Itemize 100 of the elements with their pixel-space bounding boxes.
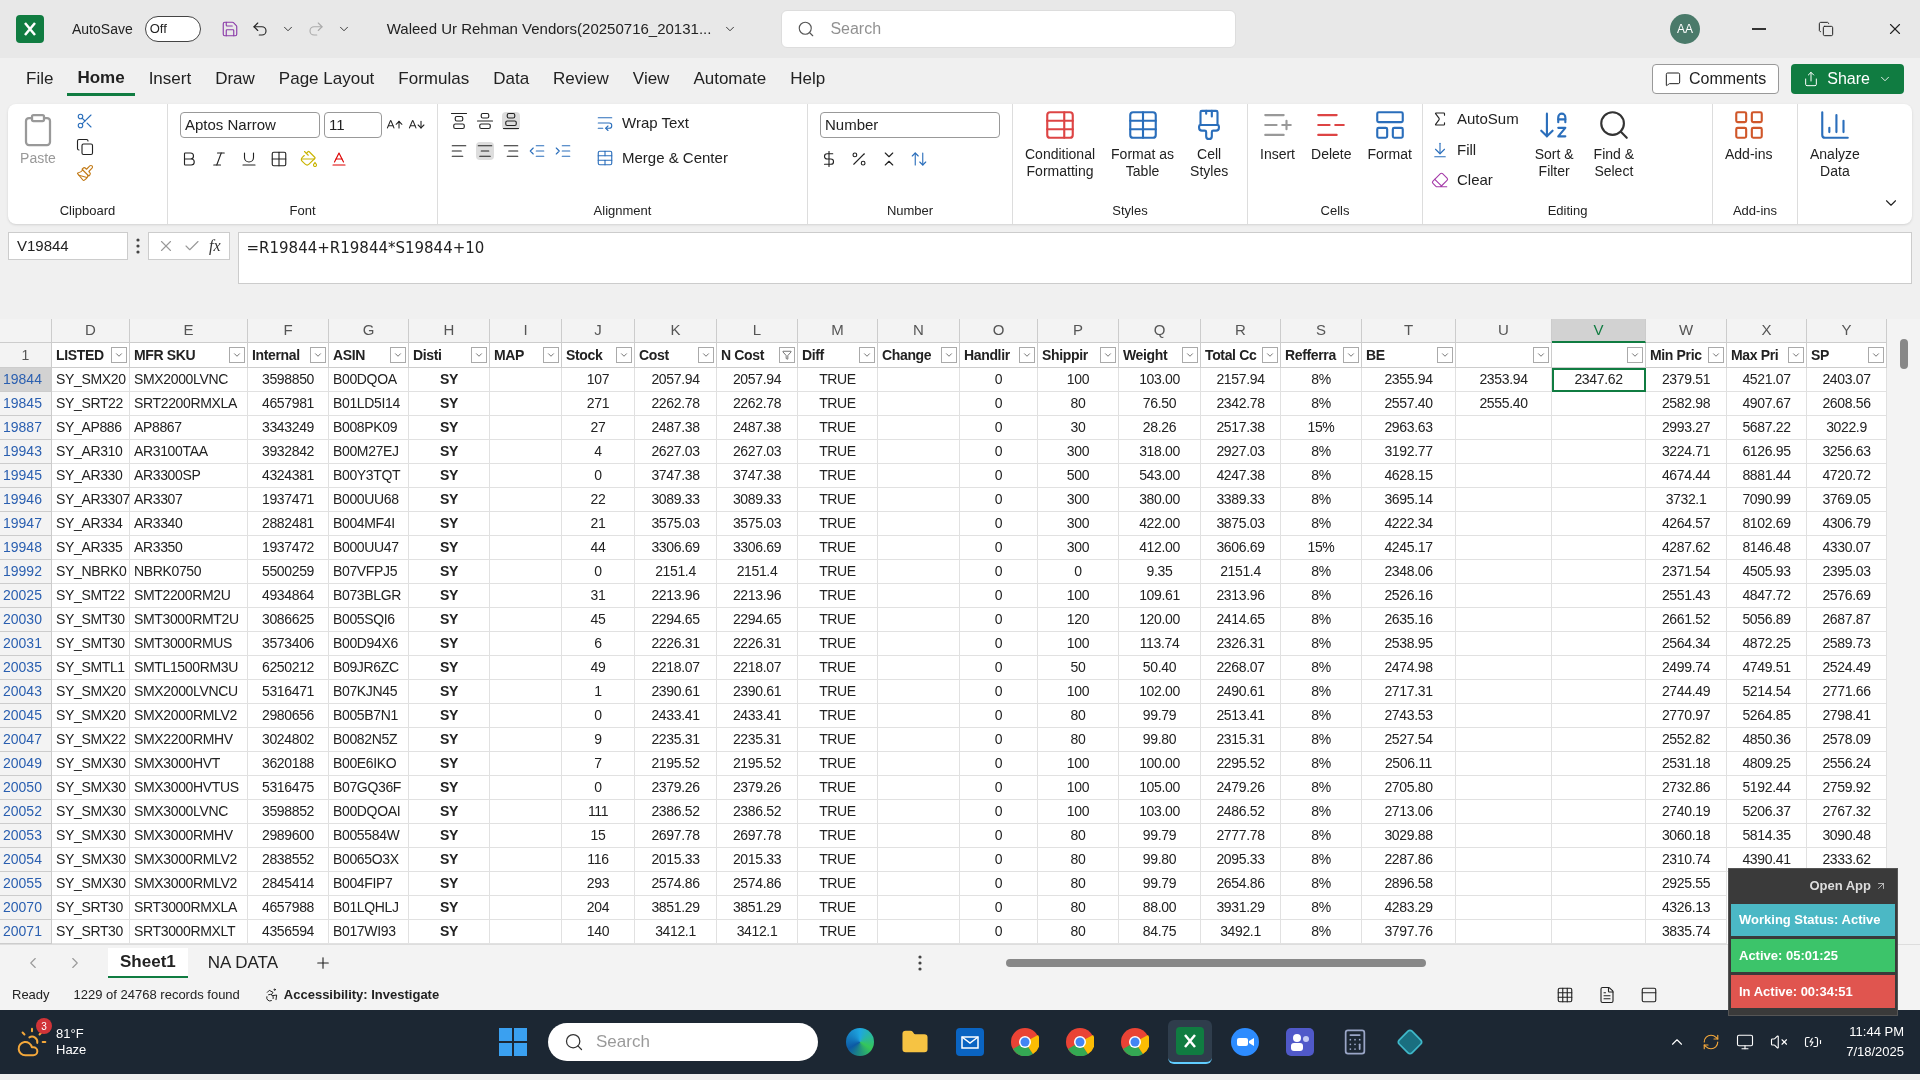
autosum-button[interactable]: AutoSum — [1431, 108, 1519, 131]
comments-button[interactable]: Comments — [1651, 64, 1780, 94]
menu-tab[interactable]: Help — [780, 62, 836, 96]
row-number[interactable]: 20030 — [0, 608, 52, 632]
cut-icon[interactable] — [76, 112, 94, 130]
row-number[interactable]: 19947 — [0, 512, 52, 536]
cells-button[interactable]: Insert — [1256, 108, 1299, 163]
column-header[interactable]: O — [960, 319, 1038, 343]
row-number[interactable]: 19946 — [0, 488, 52, 512]
row-number[interactable]: 20047 — [0, 728, 52, 752]
row-number[interactable]: 19943 — [0, 440, 52, 464]
menu-tab[interactable]: Automate — [683, 62, 777, 96]
row-number[interactable]: 20050 — [0, 776, 52, 800]
row-number[interactable]: 20054 — [0, 848, 52, 872]
column-header[interactable]: T — [1362, 319, 1456, 343]
column-header[interactable]: D — [52, 319, 130, 343]
column-header[interactable]: L — [717, 319, 798, 343]
document-title[interactable]: Waleed Ur Rehman Vendors(20250716_20131... — [386, 17, 712, 41]
column-header[interactable]: V — [1552, 319, 1646, 343]
decimal-icon[interactable] — [910, 150, 928, 168]
menu-tab[interactable]: Draw — [205, 62, 265, 96]
user-avatar[interactable]: AA — [1670, 14, 1700, 44]
accessibility-button[interactable]: Accessibility: Investigate — [263, 985, 440, 1005]
column-header[interactable]: W — [1646, 319, 1727, 343]
restore-icon[interactable] — [1818, 21, 1834, 37]
copy-icon[interactable] — [76, 138, 94, 156]
italic-icon[interactable] — [210, 150, 228, 168]
column-header[interactable]: G — [329, 319, 409, 343]
more-icon[interactable] — [136, 238, 140, 254]
cells-button[interactable]: Delete — [1307, 108, 1356, 163]
name-box[interactable]: V19844 — [8, 232, 128, 260]
column-header[interactable]: Q — [1119, 319, 1201, 343]
borders-icon[interactable] — [270, 150, 288, 168]
align-bottom-icon[interactable] — [502, 112, 520, 130]
row-number[interactable]: 20071 — [0, 920, 52, 944]
row-number[interactable]: 19948 — [0, 536, 52, 560]
merge-center-button[interactable]: Merge & Center — [596, 146, 728, 169]
column-header[interactable]: I — [490, 319, 562, 343]
taskbar-search-field[interactable]: Search — [548, 1023, 818, 1061]
wrap-text-button[interactable]: Wrap Text — [596, 112, 728, 135]
row-number[interactable]: 20049 — [0, 752, 52, 776]
menu-tab[interactable]: Formulas — [388, 62, 480, 96]
align-right-icon[interactable] — [502, 142, 520, 160]
styles-button[interactable]: Cell Styles — [1186, 108, 1233, 180]
row-number[interactable]: 20055 — [0, 872, 52, 896]
row-number[interactable]: 19945 — [0, 464, 52, 488]
network-icon[interactable] — [1736, 1033, 1755, 1051]
row-number[interactable]: 20052 — [0, 800, 52, 824]
insert-function-button[interactable]: fx — [209, 234, 221, 258]
page-layout-icon[interactable] — [1598, 986, 1616, 1004]
align-left-icon[interactable] — [450, 142, 468, 160]
autosave-toggle[interactable]: Off — [144, 16, 201, 42]
row-number[interactable]: 19844 — [0, 368, 52, 392]
sort-filter-button[interactable]: Sort & Filter — [1530, 108, 1578, 192]
menu-tab[interactable]: View — [622, 62, 680, 96]
column-header[interactable]: E — [130, 319, 248, 343]
sheet-tab[interactable]: NA DATA — [195, 947, 290, 978]
column-header[interactable]: P — [1038, 319, 1119, 343]
undo-icon[interactable] — [250, 20, 269, 38]
column-header[interactable]: H — [409, 319, 490, 343]
menu-tab[interactable]: Insert — [138, 62, 202, 96]
column-header[interactable]: J — [562, 319, 635, 343]
font-name-field[interactable]: Aptos Narrow — [180, 112, 321, 138]
row-number[interactable]: 19845 — [0, 392, 52, 416]
start-icon[interactable] — [498, 1027, 528, 1057]
cells-button[interactable]: Format — [1363, 108, 1416, 163]
sheet-tab[interactable]: Sheet1 — [108, 947, 188, 978]
row-number[interactable]: 20035 — [0, 656, 52, 680]
save-icon[interactable] — [220, 20, 239, 38]
indent-decrease-icon[interactable] — [528, 142, 546, 160]
menu-tab[interactable]: Home — [67, 62, 135, 96]
normal-view-icon[interactable] — [1556, 986, 1574, 1004]
search-field[interactable]: Search — [781, 10, 1237, 48]
share-button[interactable]: Share — [1791, 64, 1904, 94]
row-number[interactable]: 19992 — [0, 560, 52, 584]
menu-tab[interactable]: Review — [543, 62, 619, 96]
font-color-icon[interactable] — [330, 150, 348, 168]
column-header[interactable]: N — [878, 319, 960, 343]
align-center-icon[interactable] — [476, 142, 494, 160]
add-ins-button[interactable]: Add-ins — [1721, 108, 1777, 163]
formula-field[interactable]: =R19844+R19844*S19844+10 — [237, 232, 1912, 284]
number-format-field[interactable]: Number — [820, 112, 1000, 138]
align-top-icon[interactable] — [450, 112, 468, 130]
mute-icon[interactable] — [1770, 1033, 1789, 1051]
column-header[interactable]: R — [1201, 319, 1281, 343]
fill-color-icon[interactable] — [300, 150, 318, 168]
row-number[interactable]: 1 — [0, 343, 52, 368]
styles-button[interactable]: Format as Table — [1107, 108, 1179, 180]
font-size-field[interactable]: 11 — [324, 112, 383, 138]
column-header[interactable]: K — [635, 319, 717, 343]
percent-icon[interactable] — [850, 150, 868, 168]
row-number[interactable]: 19887 — [0, 416, 52, 440]
find-select-button[interactable]: Find & Select — [1589, 108, 1639, 192]
more-icon[interactable] — [918, 954, 922, 971]
menu-tab[interactable]: File — [16, 62, 64, 96]
analyze-data-button[interactable]: Analyze Data — [1806, 108, 1864, 180]
align-middle-icon[interactable] — [476, 112, 494, 130]
fill-button[interactable]: Fill — [1431, 138, 1519, 161]
column-header[interactable]: S — [1281, 319, 1362, 343]
open-app-button[interactable]: Open App — [1731, 871, 1895, 901]
